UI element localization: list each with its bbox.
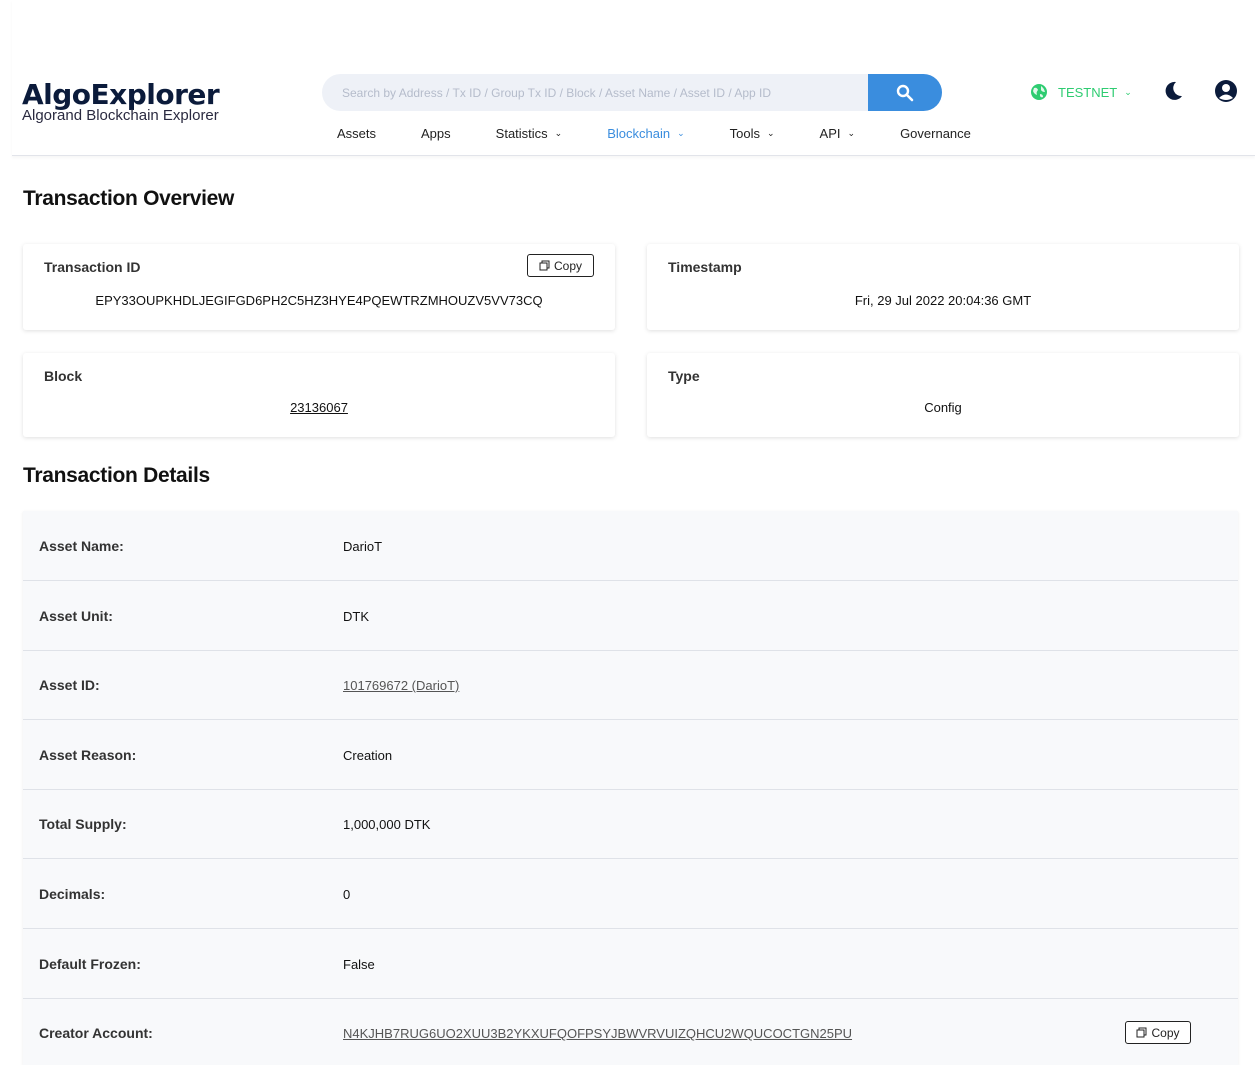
- nav-label: Statistics: [495, 126, 548, 141]
- table-row: Total Supply: 1,000,000 DTK: [23, 789, 1238, 859]
- type-card: Type Config: [647, 353, 1239, 437]
- row-label: Asset Reason:: [39, 747, 137, 763]
- nav-statistics[interactable]: Statistics ⌄: [496, 126, 563, 141]
- network-selector[interactable]: TESTNET ⌄: [1030, 83, 1132, 101]
- table-row: Creator Account: N4KJHB7RUG6UO2XUU3B2YKX…: [23, 998, 1238, 1065]
- row-label: Asset ID:: [39, 677, 100, 693]
- asset-id-link[interactable]: 101769672 (DarioT): [343, 678, 459, 693]
- chevron-down-icon: ⌄: [847, 128, 856, 138]
- nav-label: Governance: [900, 126, 971, 141]
- copy-icon: [1136, 1027, 1147, 1038]
- row-label: Default Frozen:: [39, 956, 141, 972]
- nav-label: Blockchain: [607, 126, 671, 141]
- details-title: Transaction Details: [23, 464, 210, 487]
- nav-assets[interactable]: Assets: [337, 126, 376, 141]
- main-nav: Assets Apps Statistics ⌄ Blockchain ⌄ Tool…: [337, 126, 1016, 141]
- chevron-down-icon: ⌄: [1124, 86, 1132, 97]
- block-link[interactable]: 23136067: [23, 400, 615, 415]
- chevron-down-icon: ⌄: [767, 128, 775, 138]
- total-supply-value: 1,000,000 DTK: [343, 817, 431, 832]
- timestamp-value: Fri, 29 Jul 2022 20:04:36 GMT: [854, 293, 1032, 308]
- table-row: Asset Reason: Creation: [23, 720, 1238, 790]
- user-account-icon[interactable]: [1214, 79, 1238, 103]
- search-button[interactable]: [868, 74, 942, 111]
- nav-label: Assets: [337, 126, 377, 141]
- search-bar: [322, 74, 942, 111]
- overview-title: Transaction Overview: [23, 187, 235, 210]
- logo-subtitle: Algorand Blockchain Explorer: [22, 107, 219, 124]
- type-label: Type: [668, 368, 700, 384]
- logo[interactable]: AlgoExplorer Algorand Blockchain Explore…: [22, 78, 220, 124]
- table-row: Default Frozen: False: [23, 929, 1238, 999]
- nav-governance[interactable]: Governance: [900, 126, 971, 141]
- copy-creator-button[interactable]: Copy: [1125, 1021, 1191, 1044]
- network-label: TESTNET: [1058, 84, 1118, 100]
- nav-api[interactable]: API ⌄: [820, 126, 856, 141]
- chevron-down-icon: ⌄: [677, 128, 685, 138]
- default-frozen-value: False: [343, 957, 375, 972]
- creator-account-link[interactable]: N4KJHB7RUG6UO2XUU3B2YKXUFQOFPSYJBWVRVUIZ…: [343, 1026, 852, 1041]
- nav-label: API: [819, 126, 841, 141]
- timestamp-label: Timestamp: [668, 259, 742, 275]
- nav-tools[interactable]: Tools ⌄: [730, 126, 775, 141]
- transaction-id-value: EPY33OUPKHDLJEGIFGD6PH2C5HZ3HYE4PQEWTRZM…: [95, 293, 543, 308]
- asset-unit-value: DTK: [343, 609, 369, 624]
- block-card: Block 23136067: [23, 353, 615, 437]
- row-label: Total Supply:: [39, 816, 127, 832]
- nav-blockchain[interactable]: Blockchain ⌄: [607, 126, 684, 141]
- transaction-id-card: Transaction ID Copy EPY33OUPKHDLJEGIFGD6…: [23, 244, 615, 330]
- type-value: Config: [924, 400, 962, 415]
- moon-icon[interactable]: [1162, 80, 1184, 102]
- copy-icon: [539, 260, 550, 271]
- copy-label: Copy: [1151, 1025, 1180, 1040]
- copy-tx-id-button[interactable]: Copy: [527, 254, 594, 277]
- row-label: Asset Unit:: [39, 608, 113, 624]
- logo-name: AlgoExplorer: [22, 78, 220, 111]
- table-row: Asset ID: 101769672 (DarioT): [23, 650, 1238, 720]
- globe-icon: [1031, 84, 1047, 100]
- row-label: Creator Account:: [39, 1025, 153, 1041]
- top-header: AlgoExplorer Algorand Blockchain Explore…: [12, 0, 1255, 156]
- block-label: Block: [44, 368, 83, 384]
- row-label: Asset Name:: [39, 538, 124, 554]
- nav-label: Tools: [729, 126, 760, 141]
- table-row: Asset Name: DarioT: [23, 511, 1238, 581]
- table-row: Asset Unit: DTK: [23, 581, 1238, 651]
- transaction-id-label: Transaction ID: [44, 259, 141, 275]
- timestamp-card: Timestamp Fri, 29 Jul 2022 20:04:36 GMT: [647, 244, 1239, 330]
- decimals-value: 0: [343, 887, 351, 902]
- nav-apps[interactable]: Apps: [421, 126, 451, 141]
- copy-label: Copy: [553, 258, 582, 273]
- chevron-down-icon: ⌄: [554, 128, 563, 138]
- search-input[interactable]: [322, 74, 868, 111]
- table-row: Decimals: 0: [23, 859, 1238, 929]
- row-label: Decimals:: [39, 886, 106, 902]
- asset-name-value: DarioT: [343, 539, 383, 554]
- details-table: Asset Name: DarioT Asset Unit: DTK Asset…: [23, 511, 1238, 1065]
- search-icon: [896, 84, 914, 101]
- nav-label: Apps: [421, 126, 451, 141]
- asset-reason-value: Creation: [343, 748, 393, 763]
